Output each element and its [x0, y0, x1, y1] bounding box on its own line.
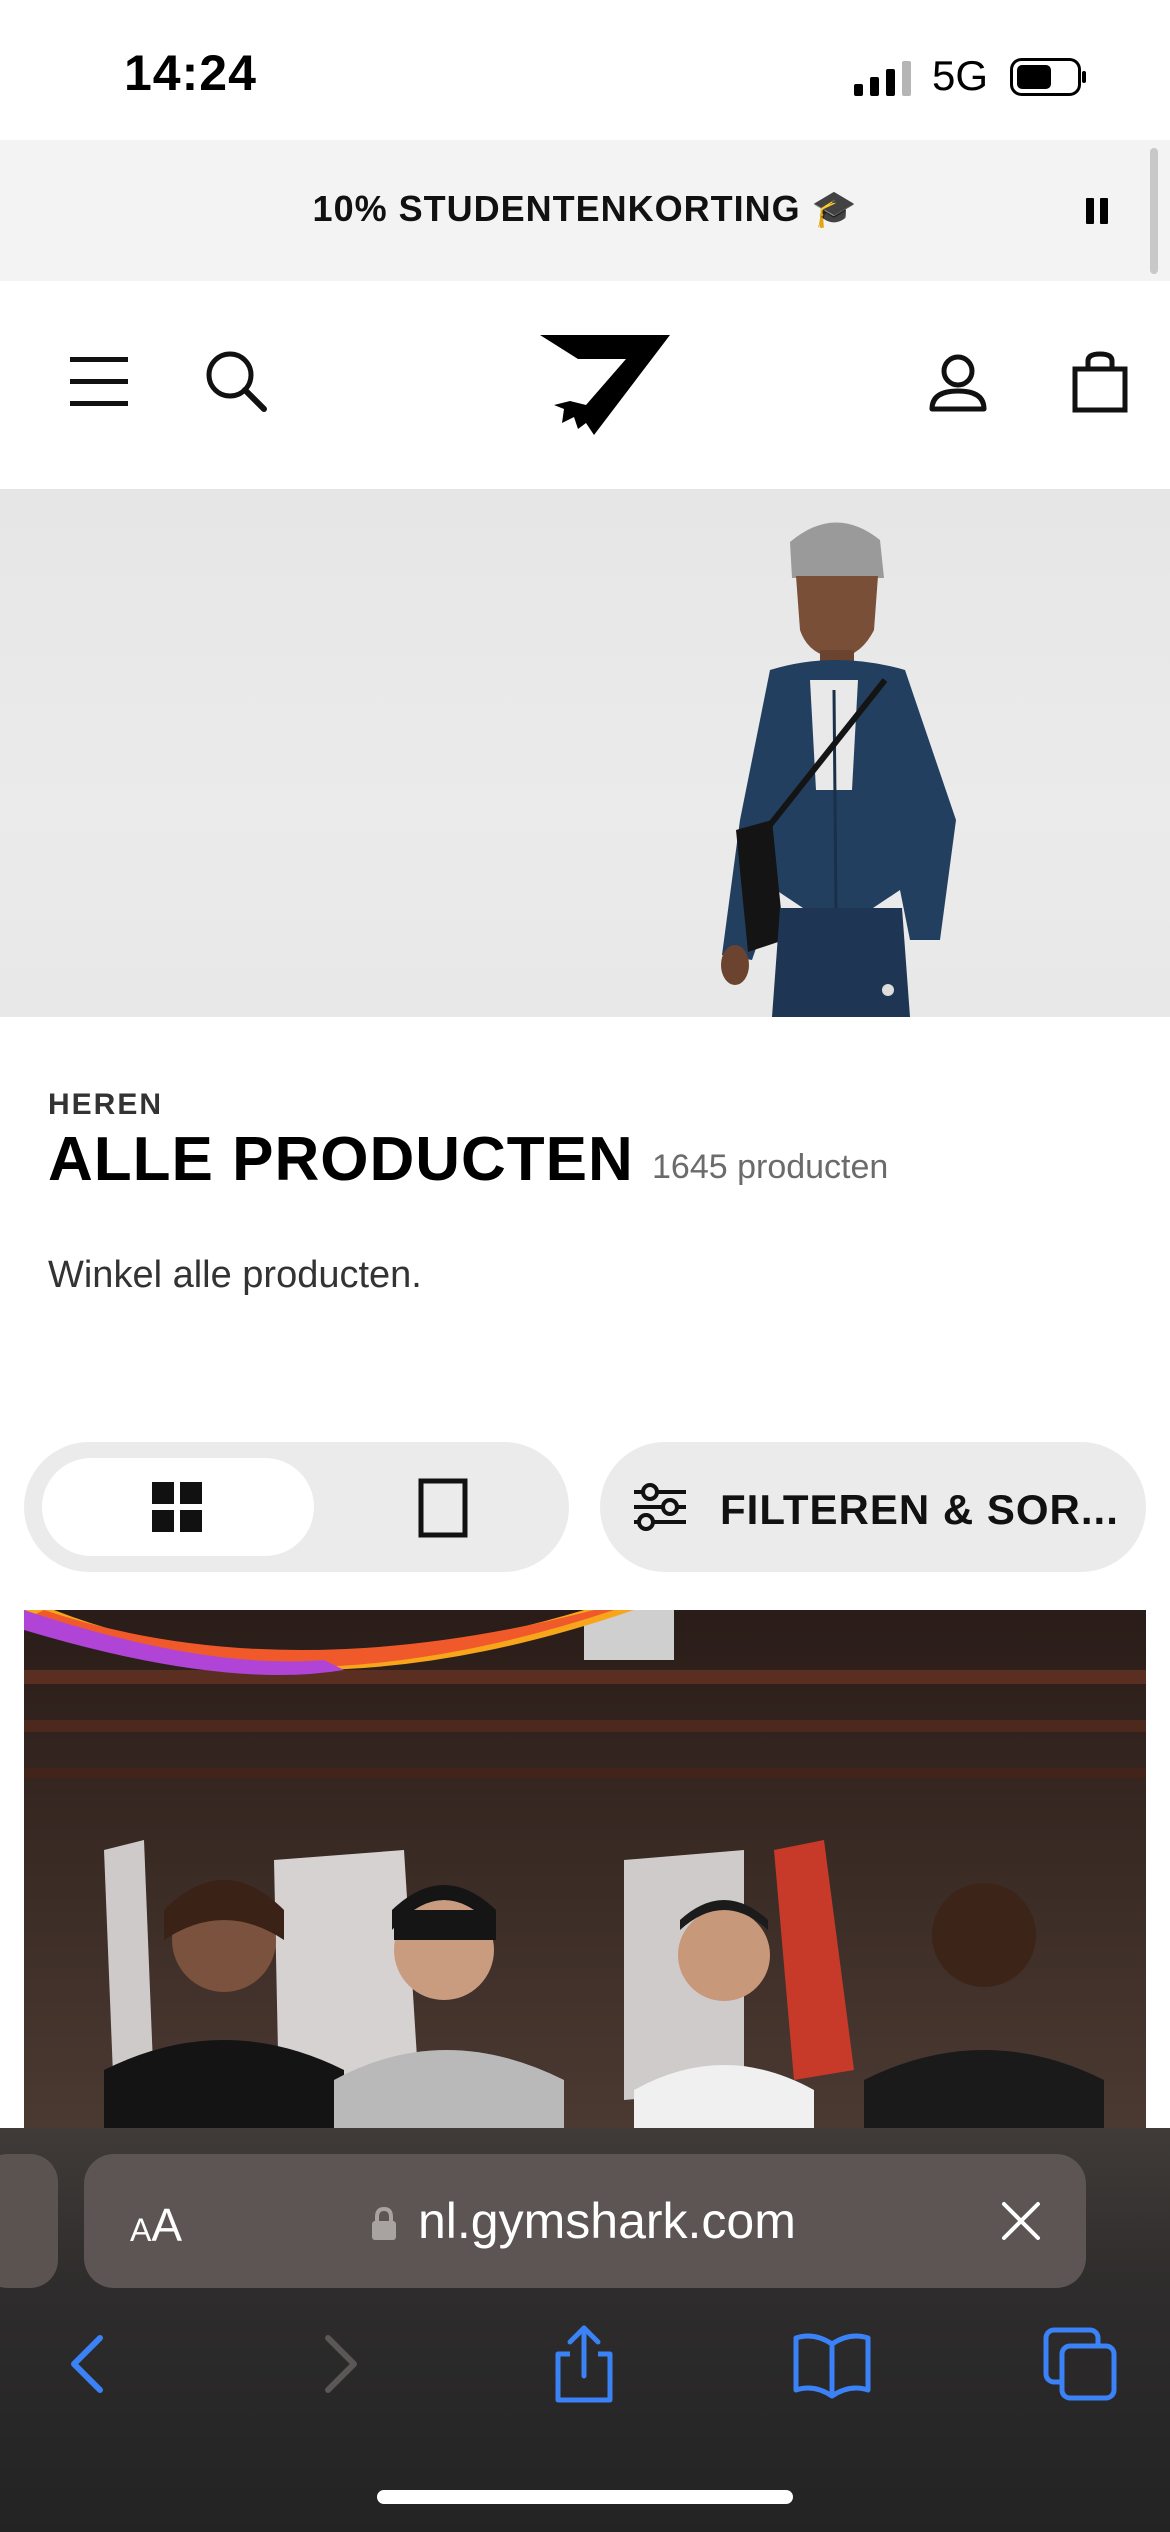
page-description: Winkel alle producten.	[48, 1254, 422, 1296]
campaign-photo[interactable]	[24, 1610, 1146, 2130]
share-icon[interactable]	[544, 2324, 624, 2404]
promo-banner[interactable]: 10% STUDENTENKORTING 🎓	[0, 140, 1170, 281]
bag-icon[interactable]	[1072, 351, 1128, 413]
address-bar[interactable]: AA nl.gymshark.com	[84, 2154, 1086, 2288]
single-view-button[interactable]	[334, 1458, 554, 1556]
hero-model-illustration	[721, 522, 956, 1017]
battery-icon	[1010, 58, 1086, 96]
scroll-indicator	[1150, 148, 1158, 274]
search-icon[interactable]	[204, 349, 268, 413]
product-count: 1645 producten	[652, 1148, 889, 1186]
home-indicator[interactable]	[377, 2490, 793, 2504]
signal-bars-icon	[854, 61, 911, 96]
network-type: 5G	[932, 52, 989, 99]
campaign-illustration	[24, 1610, 1146, 2130]
forward-icon[interactable]	[300, 2324, 380, 2404]
category-label: HEREN	[48, 1088, 164, 1121]
grid-view-icon	[152, 1482, 202, 1532]
menu-icon[interactable]	[70, 355, 128, 409]
status-time: 14:24	[124, 45, 257, 101]
reader-options-button[interactable]: AA	[130, 2198, 182, 2252]
tabs-icon[interactable]	[1040, 2324, 1120, 2404]
single-view-icon	[418, 1478, 468, 1538]
account-icon[interactable]	[928, 353, 988, 413]
previous-tab-peek[interactable]	[0, 2154, 58, 2288]
grid-view-button[interactable]	[42, 1458, 314, 1556]
filter-sort-button[interactable]: FILTEREN & SOR...	[600, 1442, 1146, 1572]
site-header	[0, 281, 1170, 491]
browser-toolbar: AA nl.gymshark.com	[0, 2128, 1170, 2532]
filter-sort-label: FILTEREN & SOR...	[720, 1486, 1119, 1533]
view-toggle	[24, 1442, 569, 1572]
pause-icon[interactable]	[1084, 196, 1110, 226]
sliders-icon	[634, 1483, 686, 1531]
gymshark-logo[interactable]	[534, 331, 674, 439]
promo-text: 10% STUDENTENKORTING 🎓	[312, 188, 858, 229]
back-icon[interactable]	[48, 2324, 128, 2404]
status-bar: 14:24 5G	[0, 0, 1170, 140]
hero-image[interactable]	[0, 490, 1170, 1017]
close-icon[interactable]	[996, 2196, 1046, 2246]
url-text[interactable]: nl.gymshark.com	[418, 2192, 796, 2250]
lock-icon	[372, 2206, 396, 2240]
page-title: ALLE PRODUCTEN	[48, 1125, 634, 1194]
bookmarks-icon[interactable]	[792, 2324, 872, 2404]
